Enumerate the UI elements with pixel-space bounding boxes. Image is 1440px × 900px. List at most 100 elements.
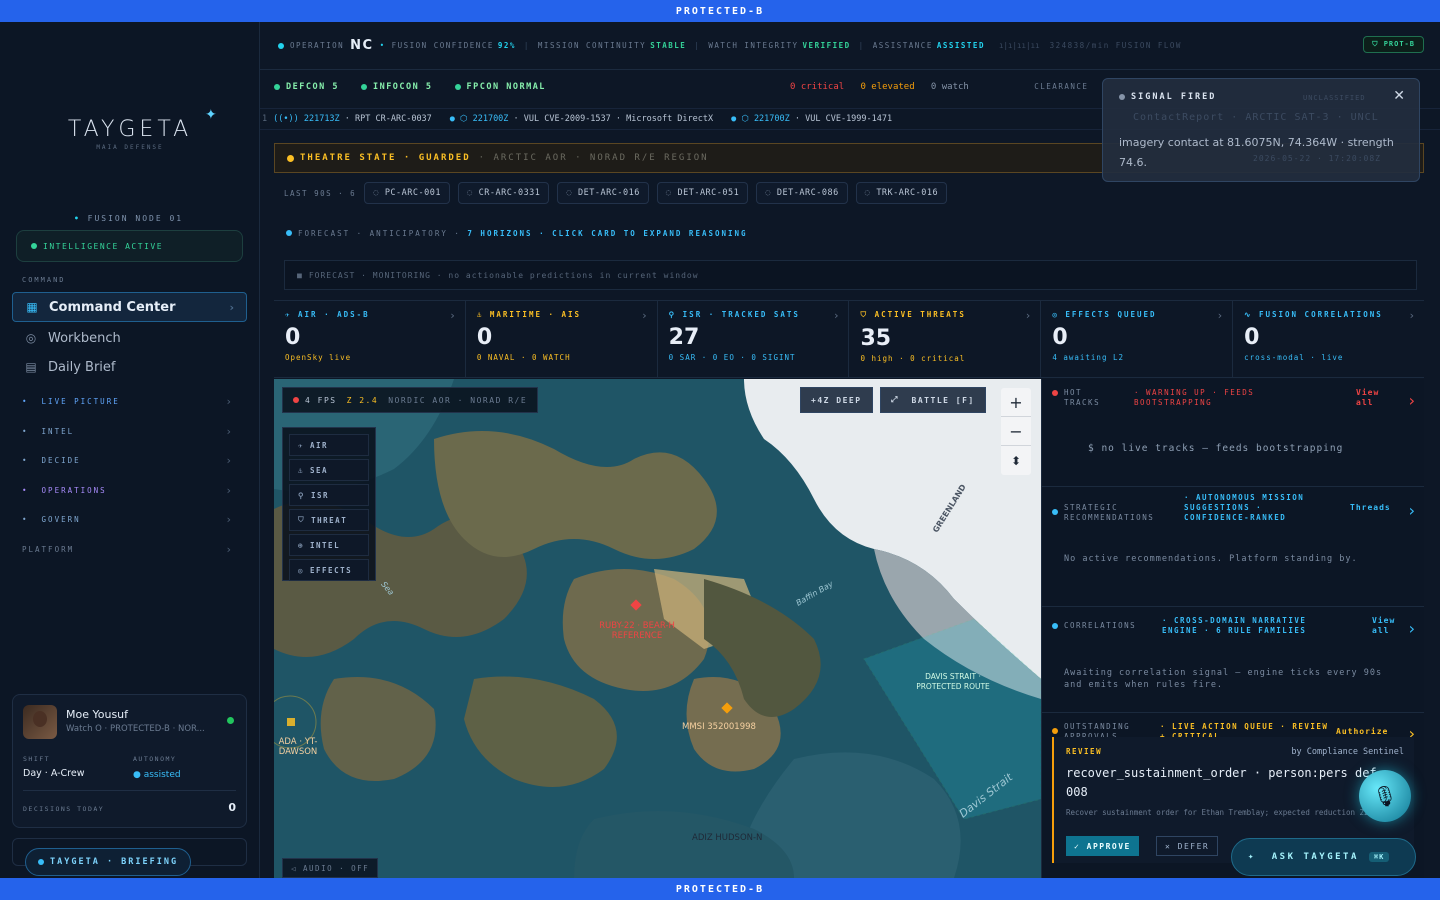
stat-value: 35 [860,326,892,351]
track-label-mmsi[interactable]: MMSI 352001998 [682,722,756,732]
zoom-in-button[interactable]: + [1001,388,1031,417]
event-chip[interactable]: ◌ DET-ARC-016 [557,182,649,204]
classification-chip[interactable]: ⛉ PROT-B [1363,36,1424,53]
close-icon[interactable]: ✕ [1393,88,1405,104]
clearance-label: CLEARANCE [1034,82,1089,91]
nav-command-center[interactable]: ▦ Command Center › [12,292,247,322]
layer-air[interactable]: ✈ AIR [289,434,369,456]
deep-zoom-button[interactable]: +4Z DEEP [800,387,873,413]
group-decide[interactable]: • DECIDE › [22,454,240,467]
strategic-threads-link[interactable]: Threads [1350,503,1391,513]
shield-icon: ⛉ [860,310,869,319]
chevron-right-icon: › [225,395,234,408]
document-icon: ▤ [25,360,37,374]
authorize-link[interactable]: Authorize [1336,727,1388,737]
stat-sub: 0 NAVAL · 0 WATCH [476,353,571,362]
mission-value: STABLE [650,41,687,50]
forecast-header[interactable]: FORECAST · ANTICIPATORY · 7 HORIZONS · C… [274,220,1424,246]
plane-icon: ✈ [285,310,292,319]
stat-effects[interactable]: ◎ EFFECTS QUEUED 0 4 awaiting L2 › [1041,301,1234,377]
battle-mode-button[interactable]: ⤢ BATTLE [F] [880,387,986,413]
chevron-right-icon: › [1408,501,1415,520]
group-operations[interactable]: • OPERATIONS › [22,484,240,497]
fpcon-status: FPCON NORMAL [454,82,546,92]
stat-maritime[interactable]: ⚓ MARITIME · AIS 0 0 NAVAL · 0 WATCH › [466,301,658,377]
map-label-adiz: ADIZ HUDSON-N [692,833,763,843]
pulse-icon: ∿ [1244,310,1253,319]
track-label-ada[interactable]: ADA · YT-DAWSON [274,737,322,757]
map-fps: 4 FPS [305,395,337,405]
target-icon: ◎ [1052,310,1059,319]
event-chip[interactable]: ◌ DET-ARC-051 [656,182,749,204]
layer-sea[interactable]: ⚓ SEA [289,459,369,481]
stat-cards: ✈ AIR · ADS-B 0 OpenSky live › ⚓ MARITIME ·… [274,300,1424,378]
briefing-button[interactable]: TAYGETA · BRIEFING [25,848,192,876]
compass-reset-button[interactable]: ⬍ [1001,446,1031,475]
shield-icon: ⬡ [460,114,468,124]
layer-toggles: ✈ AIR ⚓ SEA ⚲ ISR ⛉ THREAT ⊕ INTEL ◎ EFFECTS [282,427,376,581]
correlations-view-all[interactable]: View all [1372,616,1402,636]
ticker-text: VUL CVE-1999-1471 [805,114,893,124]
group-platform[interactable]: PLATFORM › [22,543,240,556]
chevron-right-icon: › [1217,309,1223,322]
defer-button[interactable]: ✕ DEFER [1156,836,1219,856]
hot-tracks-view-all[interactable]: View all [1356,388,1396,408]
operational-map[interactable]: GREENLAND Baffin Bay Davis Strait Sea DA… [274,379,1041,878]
shield-icon: ⬡ [741,114,749,124]
stat-correlations[interactable]: ∿ FUSION CORRELATIONS 0 cross-modal · live… [1233,301,1424,377]
event-chip[interactable]: ◌ DET-ARC-086 [756,182,848,204]
chevron-right-icon: › [225,513,234,526]
chevron-right-icon: › [225,454,234,467]
radar-icon: ◌ [373,188,379,198]
intelligence-status[interactable]: INTELLIGENCE ACTIVE [16,230,243,262]
shield-icon: ⛉ [298,515,306,524]
audio-toggle[interactable]: ◁ AUDIO · OFF [282,858,379,878]
satellite-icon: ⚲ [668,310,677,319]
brand-logo[interactable]: ✦ TAYGETA MAIA DEFENSE [0,107,260,151]
defcon-status: DEFCON 5 [274,82,339,92]
review-description: Recover sustainment order for Ethan Trem… [1066,808,1378,817]
nav-workbench[interactable]: ◎ Workbench [12,323,247,353]
toast-ghost-class: UNCLASSIFIED [1303,94,1366,102]
hot-tracks-alert: · WARNING UP · FEEDS BOOTSTRAPPING [1134,388,1255,407]
user-card[interactable]: Moe Yousuf Watch O · PROTECTED-B · NOR..… [12,694,247,828]
radar-icon: ◌ [864,188,871,198]
approve-button[interactable]: ✓ APPROVE [1066,836,1139,856]
event-chip[interactable]: ◌ PC-ARC-001 [364,182,450,204]
event-chip[interactable]: ◌ TRK-ARC-016 [855,182,948,204]
stat-air[interactable]: ✈ AIR · ADS-B 0 OpenSky live › [274,301,466,377]
chevron-right-icon: › [834,309,839,322]
zoom-out-button[interactable]: − [1001,417,1031,446]
track-label-ruby[interactable]: RUBY-22 · BEAR-H REFERENCE [592,621,682,641]
correlations-label: CORRELATIONS [1052,621,1136,631]
chevron-right-icon: › [1409,309,1414,322]
group-govern[interactable]: • GOVERN › [22,513,240,526]
plane-icon: ✈ [298,440,305,450]
nav-daily-brief[interactable]: ▤ Daily Brief [12,352,247,382]
toast-body: imagery contact at 81.6075N, 74.364W · s… [1119,136,1394,169]
correlations-empty: Awaiting correlation signal — engine tic… [1064,668,1383,690]
ask-taygeta-button[interactable]: ✦ ASK TAYGETA ⌘K [1231,838,1416,876]
command-section-label: COMMAND [22,276,66,284]
alert-counts: 0 critical 0 elevated 0 watch CLEARANCE [790,82,1088,92]
layer-effects[interactable]: ◎ EFFECTS [289,559,369,581]
group-intel[interactable]: • INTEL › [22,425,240,438]
strategic-empty: No active recommendations. Platform stan… [1064,554,1358,564]
microphone-button[interactable]: 🎙 [1359,770,1411,822]
layer-intel[interactable]: ⊕ INTEL [289,534,369,556]
strategic-mid: · AUTONOMOUS MISSION SUGGESTIONS · CONFI… [1184,493,1305,522]
strategic-section: STRATEGIC RECOMMENDATIONS · AUTONOMOUS M… [1042,487,1424,607]
signal-toast[interactable]: ContactReport · ARCTIC SAT-3 · UNCL UNCL… [1102,78,1420,182]
stat-isr[interactable]: ⚲ ISR · TRACKED SATS 27 0 SAR · 0 EO · 0 S… [658,301,850,377]
sidebar: ✦ TAYGETA MAIA DEFENSE • FUSION NODE 01 … [0,22,260,878]
layer-isr[interactable]: ⚲ ISR [289,484,369,506]
stat-threats[interactable]: ⛉ ACTIVE THREATS 35 0 high · 0 critical › [849,301,1042,377]
layer-threat[interactable]: ⛉ THREAT [289,509,369,531]
user-role: Watch O · PROTECTED-B · NOR... [66,724,205,734]
watch-value: VERIFIED [802,41,851,50]
radar-icon: ◌ [665,188,672,198]
fusion-value: 92% [497,41,516,50]
group-live-picture[interactable]: • LIVE PICTURE › [22,395,240,408]
event-chip[interactable]: ◌ CR-ARC-0331 [458,182,550,204]
top-status-bar: OPERATION NC • FUSION CONFIDENCE 92% | MIS… [260,22,1440,70]
